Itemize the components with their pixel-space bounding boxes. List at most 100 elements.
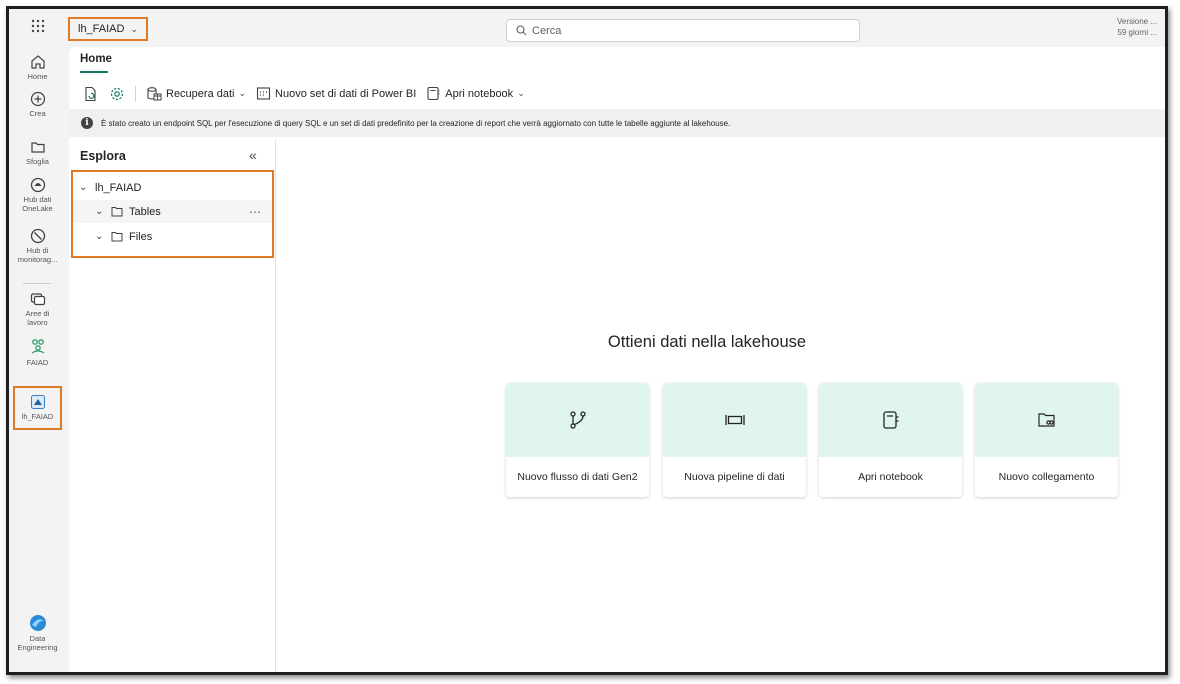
- rail-create[interactable]: Crea: [9, 91, 66, 118]
- info-banner: i È stato creato un endpoint SQL per l'e…: [69, 109, 1165, 137]
- card-illustration: [663, 383, 806, 457]
- chevron-down-icon: ⌄: [238, 88, 247, 98]
- version-info[interactable]: Versione ... 59 giorni ...: [1117, 16, 1157, 38]
- chevron-down-icon: ⌄: [95, 231, 104, 242]
- trial-days-text: 59 giorni ...: [1117, 28, 1157, 37]
- rail-experience-label-2: Engineering: [17, 643, 58, 652]
- rail-browse-label: Sfoglia: [26, 157, 49, 166]
- explorer-title: Esplora: [80, 149, 126, 163]
- new-dataset-button[interactable]: Nuovo set di dati di Power BI: [253, 84, 419, 103]
- rail-onelake-label-1: Hub dati: [23, 195, 52, 204]
- info-message: È stato creato un endpoint SQL per l'ese…: [101, 118, 731, 128]
- monitor-icon: [30, 228, 45, 244]
- rail-divider: [23, 283, 51, 284]
- card-illustration: [819, 383, 962, 457]
- lakehouse-icon: [30, 395, 45, 409]
- card-open-notebook[interactable]: Apri notebook: [819, 383, 962, 497]
- left-nav-rail: Home Crea Sfoglia Hub dati OneLake Hub d…: [9, 9, 66, 672]
- open-notebook-button[interactable]: Apri notebook ⌄: [423, 84, 527, 103]
- rail-onelake-hub[interactable]: Hub dati OneLake: [9, 177, 66, 213]
- card-label: Apri notebook: [858, 471, 923, 483]
- rail-workspaces-label-1: Aree di: [25, 309, 50, 318]
- search-icon: [516, 25, 527, 36]
- rail-monitoring-hub[interactable]: Hub di monitorag...: [9, 228, 66, 264]
- card-new-data-pipeline[interactable]: Nuova pipeline di dati: [663, 383, 806, 497]
- chevron-down-icon: ⌄: [130, 23, 139, 34]
- pipeline-icon: [724, 415, 745, 425]
- card-label: Nuovo flusso di dati Gen2: [517, 471, 638, 483]
- dataset-icon: [256, 87, 271, 100]
- folder-icon: [30, 142, 45, 153]
- rail-faiad-label: FAIAD: [26, 358, 49, 367]
- rail-home-label: Home: [27, 72, 48, 81]
- dataflow-icon: [569, 411, 586, 429]
- waffle-icon: [31, 19, 44, 33]
- get-data-button[interactable]: Recupera dati ⌄: [143, 84, 249, 104]
- card-illustration: [975, 383, 1118, 457]
- app-launcher[interactable]: [9, 19, 66, 33]
- tree-item-label: Tables: [129, 205, 161, 218]
- search-placeholder: Cerca: [532, 24, 562, 37]
- tab-home[interactable]: Home: [80, 53, 112, 69]
- new-dataset-label: Nuovo set di dati di Power BI: [275, 87, 417, 100]
- gear-icon: [110, 87, 124, 100]
- workspace-selector[interactable]: lh_FAIAD ⌄: [68, 17, 149, 41]
- empty-state-title: Ottieni dati nella lakehouse: [607, 333, 807, 351]
- rail-workspaces-label-2: lavoro: [27, 318, 48, 327]
- workspaces-icon: [30, 293, 45, 306]
- card-label: Nuova pipeline di dati: [684, 471, 785, 483]
- tree-root-lakehouse[interactable]: ⌄ lh_FAIAD: [73, 176, 272, 199]
- get-data-label: Recupera dati: [166, 87, 235, 100]
- version-text: Versione ...: [1116, 17, 1157, 26]
- settings-button[interactable]: [106, 84, 128, 104]
- rail-lakehouse-label: lh_FAIAD: [21, 412, 54, 421]
- card-new-shortcut[interactable]: Nuovo collegamento: [975, 383, 1118, 497]
- open-notebook-label: Apri notebook: [445, 87, 514, 100]
- rail-experience-switcher[interactable]: Data Engineering: [9, 614, 66, 652]
- main-content: Home Recupera dati ⌄ Nuovo set di dati d…: [69, 47, 1165, 672]
- ribbon-toolbar: Recupera dati ⌄ Nuovo set di dati di Pow…: [80, 80, 1165, 107]
- new-lakehouse-refresh-button[interactable]: [80, 84, 102, 104]
- rail-workspaces[interactable]: Aree di lavoro: [9, 291, 66, 327]
- rail-onelake-label-2: OneLake: [22, 204, 53, 213]
- more-options-icon[interactable]: ⋯: [249, 205, 262, 219]
- active-tab-indicator: [80, 71, 108, 73]
- document-refresh-icon: [85, 86, 96, 101]
- info-icon: i: [81, 117, 93, 129]
- search-box[interactable]: Cerca: [506, 19, 860, 42]
- notebook-icon: [427, 86, 440, 101]
- rail-lakehouse[interactable]: lh_FAIAD: [13, 386, 62, 430]
- rail-experience-label-1: Data: [29, 634, 46, 643]
- workspace-name: lh_FAIAD: [78, 23, 125, 35]
- chevron-down-icon: ⌄: [517, 88, 525, 98]
- chevron-down-icon: ⌄: [79, 182, 88, 193]
- tree-item-files[interactable]: ⌄ Files: [73, 225, 272, 248]
- home-icon: [30, 55, 45, 69]
- folder-icon: [111, 232, 123, 242]
- notebook-icon: [882, 411, 898, 429]
- database-table-icon: [147, 86, 162, 100]
- collapse-pane-icon[interactable]: «: [249, 147, 257, 163]
- data-engineering-icon: [29, 615, 46, 631]
- chevron-down-icon: ⌄: [95, 206, 104, 217]
- app-window: Home Crea Sfoglia Hub dati OneLake Hub d…: [6, 6, 1168, 675]
- card-new-dataflow-gen2[interactable]: Nuovo flusso di dati Gen2: [506, 383, 649, 497]
- tree-item-label: Files: [129, 230, 153, 243]
- tree-item-tables[interactable]: ⌄ Tables ⋯: [73, 200, 272, 223]
- rail-browse[interactable]: Sfoglia: [9, 139, 66, 166]
- rail-monitor-label-2: monitorag...: [17, 255, 58, 264]
- folder-link-icon: [1037, 413, 1055, 427]
- toolbar-divider: [135, 85, 136, 102]
- rail-home[interactable]: Home: [9, 54, 66, 81]
- folder-icon: [111, 207, 123, 217]
- card-illustration: [506, 383, 649, 457]
- rail-faiad-workspace[interactable]: FAIAD: [9, 338, 66, 367]
- plus-circle-icon: [30, 91, 45, 107]
- card-label: Nuovo collegamento: [998, 471, 1095, 483]
- workspace-group-icon: [31, 339, 44, 354]
- onelake-icon: [30, 177, 45, 193]
- explorer-tree: ⌄ lh_FAIAD ⌄ Tables ⋯ ⌄ Files: [71, 170, 274, 258]
- tree-root-label: lh_FAIAD: [95, 181, 142, 194]
- explorer-pane: Esplora « ⌄ lh_FAIAD ⌄ Tables ⋯ ⌄ Files: [69, 140, 276, 672]
- rail-monitor-label-1: Hub di: [26, 246, 49, 255]
